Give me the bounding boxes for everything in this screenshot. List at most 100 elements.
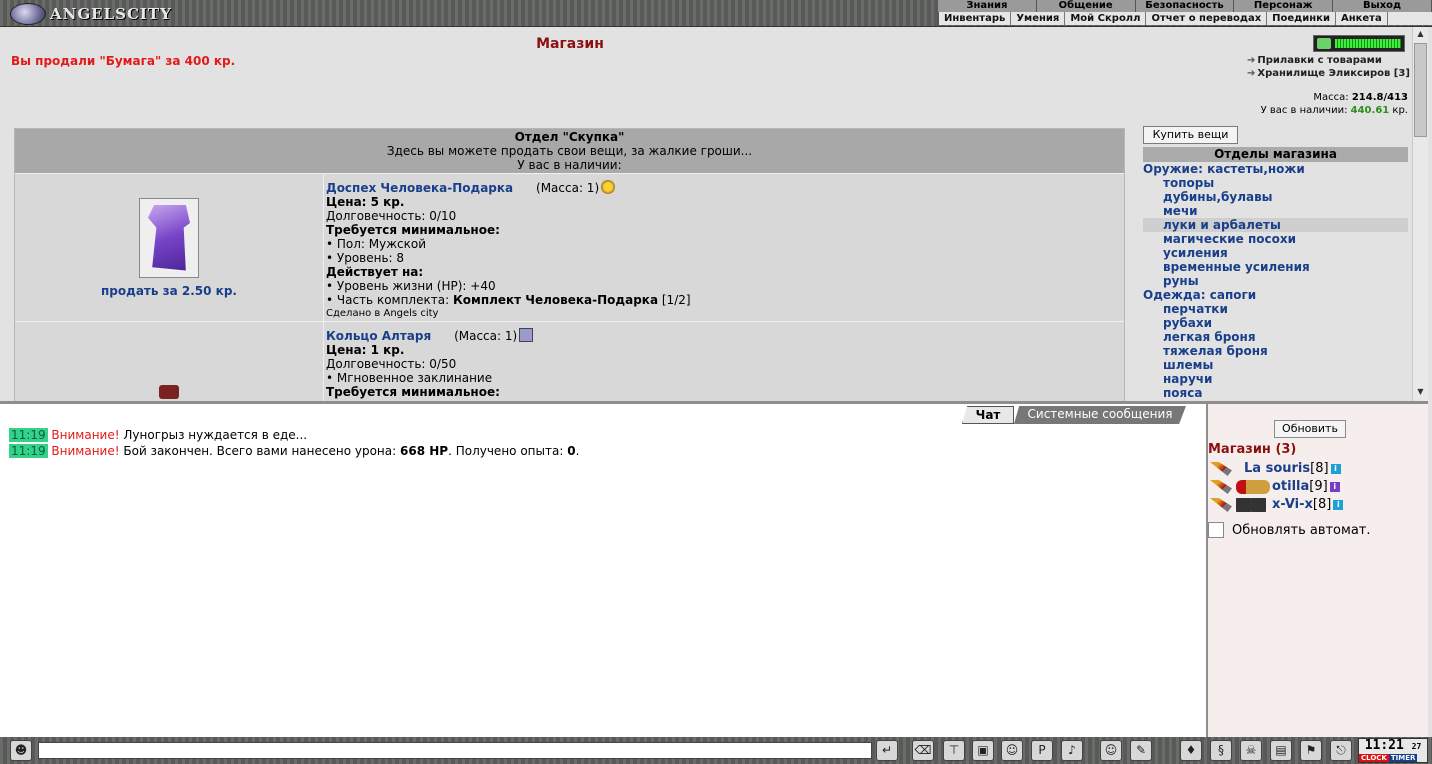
item-req-title: Требуется минимальное: <box>326 223 500 237</box>
skull-icon[interactable]: ☠ <box>1240 740 1262 761</box>
send-icon[interactable]: ↵ <box>876 740 898 761</box>
item-durability: Долговечность: 0/50 <box>326 357 457 371</box>
user-level: [9] <box>1309 479 1328 494</box>
categories-list: Оружие: кастеты,ножи топоры дубины,булавы м… <box>1143 162 1408 400</box>
hp-bar <box>1335 39 1401 48</box>
link-elixir-storage[interactable]: ➔ Хранилище Эликсиров [3] <box>1247 67 1410 80</box>
sound-icon[interactable]: ♪ <box>1061 740 1083 761</box>
user-name[interactable]: x-Vi-x <box>1272 496 1313 514</box>
link-stalls[interactable]: ➔ Прилавки с товарами <box>1247 54 1410 67</box>
item-row: Кольцо Алтаря (Масса: 1) Цена: 1 кр. Дол… <box>15 321 1124 401</box>
eraser-icon[interactable]: ⌫ <box>912 740 934 761</box>
buy-items-button[interactable]: Купить вещи <box>1143 126 1238 144</box>
timer-label[interactable]: TIMER <box>1388 754 1418 762</box>
auto-refresh-label: Обновлять автомат. <box>1232 522 1371 538</box>
category-item[interactable]: топоры <box>1143 176 1408 190</box>
flag-icon[interactable]: ⚑ <box>1300 740 1322 761</box>
info-icon[interactable]: i <box>1333 500 1344 510</box>
auto-refresh: Обновлять автомат. <box>1208 522 1371 538</box>
submenu-transfer-report[interactable]: Отчет о переводах <box>1146 12 1268 25</box>
category-item[interactable]: рубахи <box>1143 316 1408 330</box>
sell-link[interactable]: продать за 2.50 кр. <box>101 284 237 298</box>
category-item[interactable]: мечи <box>1143 204 1408 218</box>
bag-icon[interactable]: ♦ <box>1180 740 1202 761</box>
menu-knowledge[interactable]: Знания <box>938 0 1037 12</box>
category-item[interactable]: временные усиления <box>1143 260 1408 274</box>
top-bar: ANGELSCITY Знания Общение Безопасность П… <box>0 0 1432 27</box>
category-item[interactable]: тяжелая броня <box>1143 344 1408 358</box>
ring-icon[interactable] <box>159 384 179 399</box>
category-item[interactable]: наручи <box>1143 372 1408 386</box>
filter-icon[interactable]: ⊤ <box>943 740 965 761</box>
item-row: продать за 2.50 кр. Доспех Человека-Пода… <box>15 173 1124 321</box>
person-icon[interactable]: ☺ <box>1001 740 1023 761</box>
scroll-thumb[interactable] <box>1414 43 1427 137</box>
arrow-icon: ➔ <box>1247 55 1256 66</box>
auto-refresh-checkbox[interactable] <box>1208 522 1224 538</box>
submenu-profile[interactable]: Анкета <box>1336 12 1388 25</box>
scroll-down-icon[interactable]: ▼ <box>1415 387 1426 397</box>
save-icon[interactable]: ▣ <box>972 740 994 761</box>
logo-emblem-icon <box>10 3 46 25</box>
department-name: Отдел "Скупка" <box>514 130 625 144</box>
chat-input[interactable] <box>38 742 872 759</box>
menu-security[interactable]: Безопасность <box>1136 0 1235 12</box>
tab-system-messages[interactable]: Системные сообщения <box>1014 406 1186 424</box>
side-links: ➔ Прилавки с товарами ➔ Хранилище Эликсиро… <box>1247 54 1410 80</box>
user-name[interactable]: La souris <box>1244 460 1310 478</box>
armor-image[interactable] <box>139 197 199 278</box>
info-icon[interactable]: i <box>1329 482 1340 492</box>
department-in-stock: У вас в наличии: <box>517 158 622 172</box>
clock-widget: 11:21 27 CLOCK TIMER <box>1358 738 1428 763</box>
shop-scrollbar[interactable]: ▲ ▼ <box>1412 27 1428 401</box>
submenu-duels[interactable]: Поединки <box>1267 12 1336 25</box>
submenu-my-scroll[interactable]: Мой Скролл <box>1065 12 1147 25</box>
user-name[interactable]: otilla <box>1272 478 1309 496</box>
category-item[interactable]: руны <box>1143 274 1408 288</box>
menu-character[interactable]: Персонаж <box>1234 0 1334 12</box>
clock-label[interactable]: CLOCK <box>1359 754 1389 762</box>
category-item[interactable]: пояса <box>1143 386 1408 400</box>
heart-icon <box>1317 38 1331 49</box>
item-spell: • Мгновенное заклинание <box>326 371 493 385</box>
chat-message: 11:19 Внимание! Бой закончен. Всего вами… <box>9 444 580 458</box>
refresh-button[interactable]: Обновить <box>1274 420 1346 438</box>
submenu-skills[interactable]: Умения <box>1011 12 1066 25</box>
item-name[interactable]: Доспех Человека-Подарка <box>326 181 513 195</box>
money-line: У вас в наличии: 440.61 кр. <box>1260 105 1408 116</box>
category-item[interactable]: легкая броня <box>1143 330 1408 344</box>
exit-icon[interactable]: ⎋ <box>1330 740 1352 761</box>
tab-chat[interactable]: Чат <box>962 406 1014 424</box>
category-item[interactable]: магические посохи <box>1143 232 1408 246</box>
logo[interactable]: ANGELSCITY <box>10 2 172 26</box>
user-item: otilla [9] i <box>1210 478 1343 496</box>
category-item[interactable]: усиления <box>1143 246 1408 260</box>
menu-exit[interactable]: Выход <box>1333 0 1432 12</box>
map-icon[interactable]: ▤ <box>1270 740 1292 761</box>
category-item[interactable]: Одежда: сапоги <box>1143 288 1408 302</box>
private-icon[interactable]: P <box>1031 740 1053 761</box>
hp-widget <box>1313 35 1405 52</box>
scroll-up-icon[interactable]: ▲ <box>1415 29 1426 39</box>
armor-icon <box>148 204 190 271</box>
chat-log-icon[interactable]: ✎ <box>1130 740 1152 761</box>
categories-title: Отделы магазина <box>1143 147 1408 162</box>
category-item[interactable]: луки и арбалеты <box>1143 218 1408 232</box>
category-item[interactable]: перчатки <box>1143 302 1408 316</box>
emoticon-icon[interactable]: ☺ <box>1100 740 1122 761</box>
info-icon[interactable]: i <box>1330 464 1341 474</box>
item-made-in: Сделано в Angels city <box>326 308 439 319</box>
item-mass: (Масса: 1) <box>536 181 600 195</box>
category-item[interactable]: дубины,булавы <box>1143 190 1408 204</box>
smiley-menu-icon[interactable]: ☻ <box>10 740 32 761</box>
category-item[interactable]: шлемы <box>1143 358 1408 372</box>
message-time: 11:19 <box>9 428 48 442</box>
sword-icon <box>1210 462 1232 476</box>
menu-communication[interactable]: Общение <box>1037 0 1136 12</box>
item-req-gender: • Пол: Мужской <box>326 237 427 251</box>
scroll-icon[interactable]: § <box>1210 740 1232 761</box>
submenu-inventory[interactable]: Инвентарь <box>939 12 1012 25</box>
category-item[interactable]: Оружие: кастеты,ножи <box>1143 162 1408 176</box>
chat-panel: Чат Системные сообщения 11:19 Внимание! … <box>0 401 1206 737</box>
item-name[interactable]: Кольцо Алтаря <box>326 329 431 343</box>
